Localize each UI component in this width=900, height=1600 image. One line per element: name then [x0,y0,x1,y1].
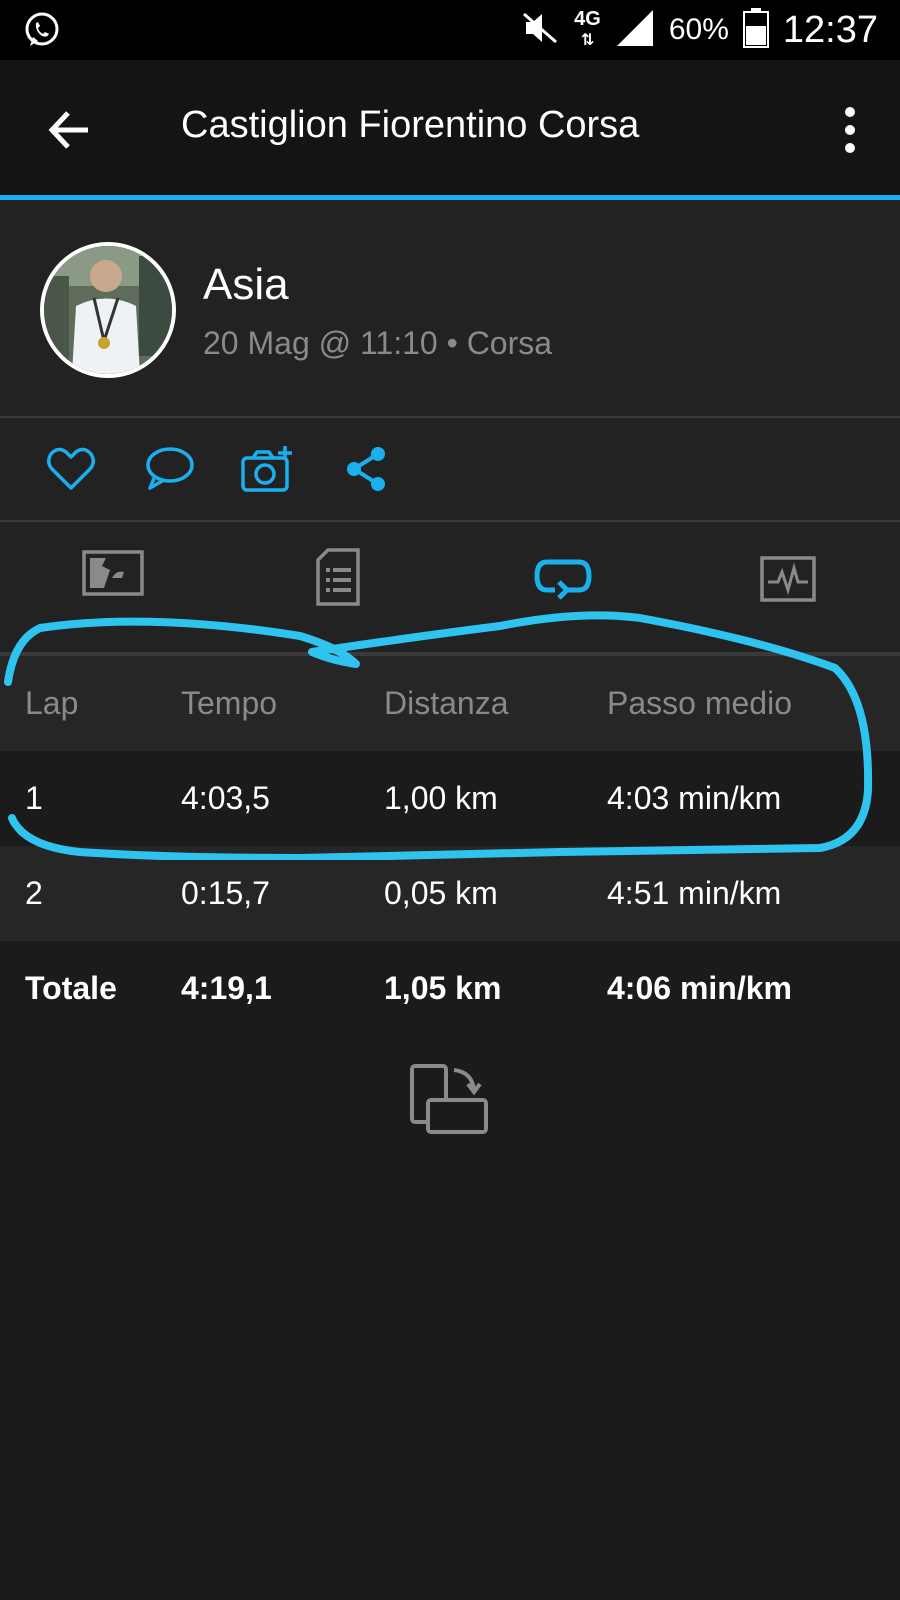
lap-pace: 4:03 min/km [607,780,782,816]
lap-pace: 4:51 min/km [607,875,782,911]
column-header: Distanza [384,685,509,721]
table-row[interactable]: 2 0:15,7 0,05 km 4:51 min/km [0,846,900,941]
activity-meta: 20 Mag @ 11:10 • Corsa [203,325,553,361]
lap-time: 0:15,7 [181,875,270,911]
table-row[interactable]: 1 4:03,5 1,00 km 4:03 min/km [0,751,900,846]
battery-icon [742,7,769,53]
column-header: Lap [25,685,79,721]
heart-icon[interactable] [44,444,98,494]
lap-time: 4:03,5 [181,780,270,816]
activity-header: Asia 20 Mag @ 11:10 • Corsa [0,200,900,418]
app-bar: Castiglion Fiorentino Corsa [0,60,900,200]
total-pace: 4:06 min/km [607,970,792,1006]
whatsapp-icon [22,10,62,55]
avatar[interactable] [40,242,176,378]
details-icon [315,548,360,606]
total-time: 4:19,1 [181,970,272,1006]
tab-charts[interactable] [675,522,900,656]
laps-icon [533,559,592,600]
column-header: Passo medio [607,685,792,721]
total-label: Totale [25,970,117,1006]
arrow-left-icon[interactable] [46,105,96,155]
tab-laps[interactable] [450,522,675,660]
screen-rotate-icon[interactable] [408,1062,492,1136]
map-icon [81,550,144,596]
mute-icon [520,10,560,51]
tab-map[interactable] [0,522,225,656]
table-total-row: Totale 4:19,1 1,05 km 4:06 min/km [0,941,900,1036]
lap-distance: 0,05 km [384,875,498,911]
status-bar: 4G ⇅ 60% 12:37 [0,0,900,60]
table-header: Lap Tempo Distanza Passo medio [0,656,900,751]
clock: 12:37 [782,8,878,51]
total-distance: 1,05 km [384,970,502,1006]
page-title: Castiglion Fiorentino Corsa [181,104,640,146]
lap-number: 2 [25,875,43,911]
column-header: Tempo [181,685,278,721]
lap-number: 1 [25,780,43,816]
action-bar [0,418,900,522]
tab-details[interactable] [225,522,450,656]
user-name[interactable]: Asia [203,260,289,310]
comment-icon[interactable] [142,444,196,494]
activity-tabs [0,522,900,660]
add-photo-icon[interactable] [240,444,294,494]
more-vertical-icon[interactable] [840,105,860,155]
signal-icon [615,8,655,53]
lap-distance: 1,00 km [384,780,498,816]
network-type: 4G ⇅ [574,8,601,49]
chart-icon [759,556,816,602]
battery-level: 60% [668,13,729,46]
share-icon[interactable] [342,444,396,494]
